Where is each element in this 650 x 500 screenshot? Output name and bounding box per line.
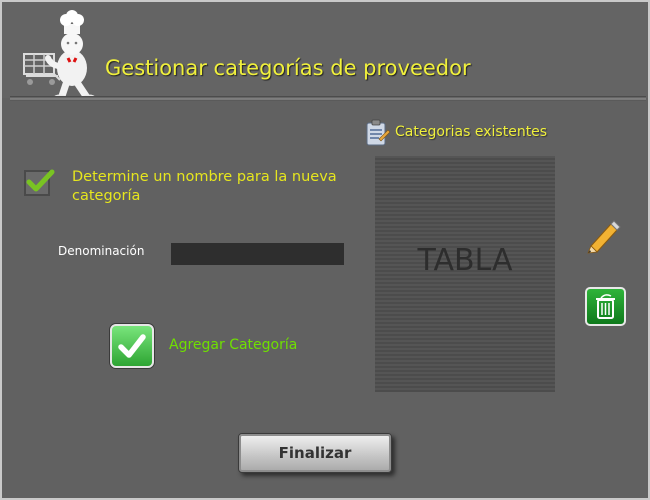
page-title: Gestionar categorías de proveedor — [105, 56, 471, 80]
category-manager-window: Gestionar categorías de proveedor Catego… — [0, 0, 650, 500]
add-category-label[interactable]: Agregar Categoría — [169, 337, 297, 353]
checkmark-icon — [118, 334, 146, 358]
instruction-check-icon — [24, 169, 55, 196]
category-name-input[interactable] — [171, 243, 344, 265]
existing-categories-label: Categorias existentes — [395, 124, 548, 140]
clipboard-list-icon — [366, 119, 390, 146]
finish-button[interactable]: Finalizar — [238, 433, 392, 473]
delete-category-button[interactable] — [585, 287, 626, 326]
header-bar: Gestionar categorías de proveedor — [2, 2, 648, 100]
trash-icon — [596, 294, 615, 319]
add-category-button[interactable] — [110, 324, 154, 368]
instruction-text: Determine un nombre para la nueva catego… — [72, 169, 337, 204]
header-divider — [10, 96, 646, 101]
table-placeholder: TABLA — [417, 243, 513, 278]
chef-with-shopping-cart-icon — [23, 10, 95, 100]
name-label: Denominación — [58, 244, 145, 258]
categories-table[interactable]: TABLA — [375, 156, 555, 392]
pencil-icon[interactable] — [585, 218, 621, 254]
